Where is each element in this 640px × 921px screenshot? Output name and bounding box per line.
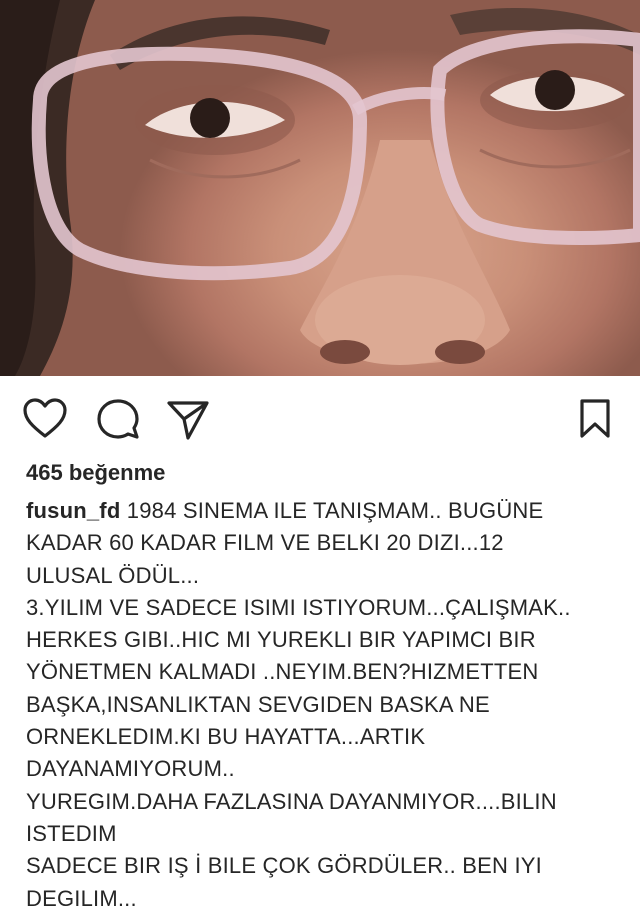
likes-count[interactable]: 465 beğenme bbox=[26, 460, 165, 486]
post-action-bar bbox=[0, 376, 640, 458]
caption-line: DAYANAMIYORUM.. bbox=[26, 756, 235, 782]
caption-line: BAŞKA,INSANLIKTAN SEVGIDEN BASKA NE bbox=[26, 691, 490, 717]
caption-line: KADAR 60 KADAR FILM VE BELKI 20 DIZI...1… bbox=[26, 530, 504, 556]
send-icon[interactable] bbox=[166, 398, 210, 442]
caption-line: SADECE BIR IŞ İ BILE ÇOK GÖRDÜLER.. BEN … bbox=[26, 853, 542, 879]
caption-line: YÖNETMEN KALMADI ..NEYIM.BEN?HIZMETTEN bbox=[26, 659, 539, 685]
post-image[interactable] bbox=[0, 0, 640, 376]
caption-line: ISTEDIM bbox=[26, 820, 117, 846]
post-caption: fusun_fd 1984 SINEMA ILE TANIŞMAM.. BUGÜ… bbox=[26, 495, 626, 915]
caption-line: 3.YILIM VE SADECE ISIMI ISTIYORUM...ÇALI… bbox=[26, 594, 571, 620]
bookmark-icon[interactable] bbox=[578, 398, 612, 440]
heart-icon[interactable] bbox=[22, 398, 68, 440]
caption-line: DEGILIM... bbox=[26, 885, 137, 911]
caption-line: HERKES GIBI..HIC MI YUREKLI BIR YAPIMCI … bbox=[26, 627, 536, 653]
caption-line: ORNEKLEDIM.KI BU HAYATTA...ARTIK bbox=[26, 724, 426, 750]
selfie-photo bbox=[0, 0, 640, 376]
caption-line: YUREGIM.DAHA FAZLASINA DAYANMIYOR....BIL… bbox=[26, 788, 557, 814]
username-link[interactable]: fusun_fd bbox=[26, 498, 120, 523]
caption-line: ULUSAL ÖDÜL... bbox=[26, 562, 200, 588]
caption-line: fusun_fd 1984 SINEMA ILE TANIŞMAM.. BUGÜ… bbox=[26, 498, 544, 523]
comment-icon[interactable] bbox=[96, 398, 140, 442]
